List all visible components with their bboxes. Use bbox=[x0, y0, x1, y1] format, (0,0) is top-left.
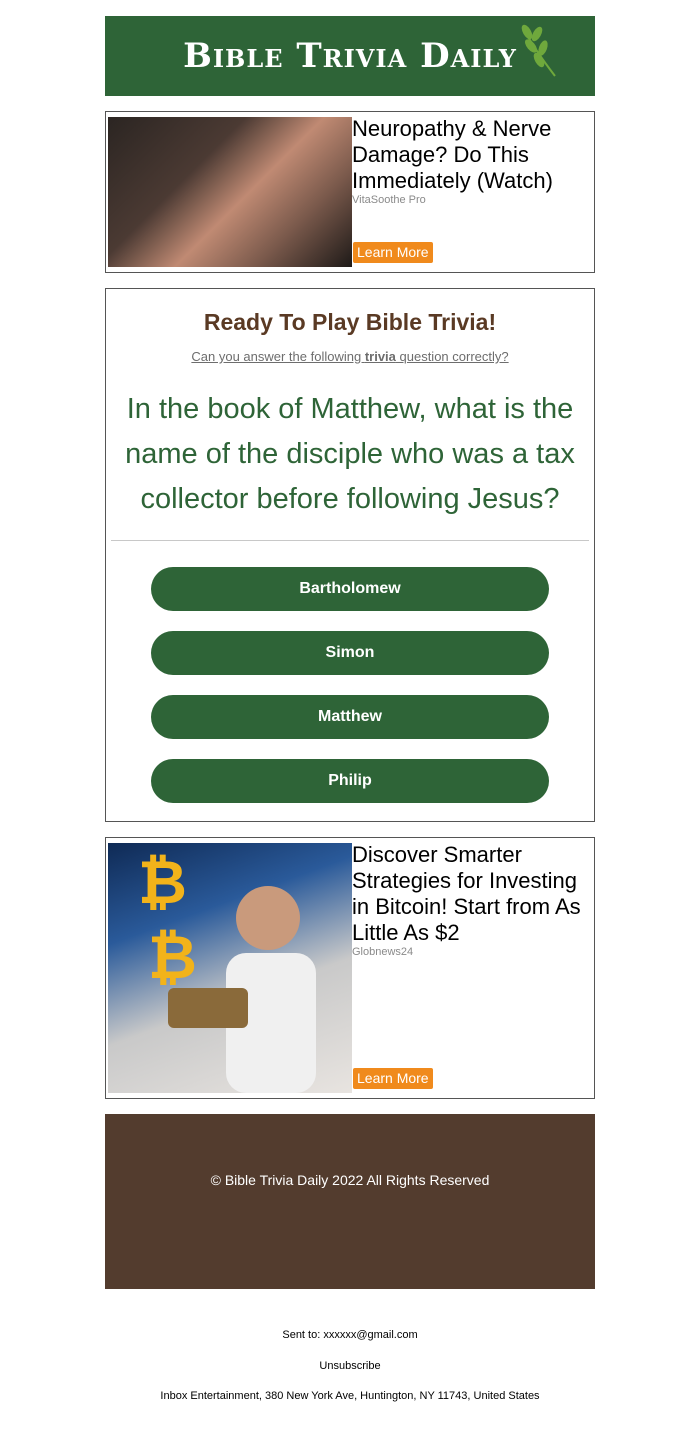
answer-button-matthew[interactable]: Matthew bbox=[151, 695, 549, 739]
answer-list: Bartholomew Simon Matthew Philip bbox=[106, 567, 594, 803]
unsubscribe-link[interactable]: Unsubscribe bbox=[0, 1360, 700, 1372]
footer: © Bible Trivia Daily 2022 All Rights Res… bbox=[105, 1114, 595, 1289]
header-banner: Bible Trivia Daily bbox=[105, 16, 595, 96]
answer-button-simon[interactable]: Simon bbox=[151, 631, 549, 675]
ad-image-hands[interactable] bbox=[108, 117, 352, 267]
divider bbox=[111, 540, 589, 541]
answer-button-philip[interactable]: Philip bbox=[151, 759, 549, 803]
subtitle-bold: trivia bbox=[364, 349, 396, 364]
ad-source: VitaSoothe Pro bbox=[352, 194, 426, 206]
answer-button-bartholomew[interactable]: Bartholomew bbox=[151, 567, 549, 611]
ad-source: Globnews24 bbox=[352, 946, 414, 958]
bitcoin-icon: ₿ ₿ bbox=[138, 848, 316, 1093]
ad-title[interactable]: Discover Smarter Strategies for Investin… bbox=[352, 842, 590, 946]
sponsored-ad-neuropathy[interactable]: Neuropathy & Nerve Damage? Do This Immed… bbox=[105, 111, 595, 273]
olive-branch-icon bbox=[521, 24, 556, 77]
ad-image-bitcoin[interactable]: ₿ ₿ bbox=[108, 843, 352, 1093]
svg-text:₿: ₿ bbox=[138, 848, 187, 918]
svg-text:₿: ₿ bbox=[148, 923, 197, 993]
trivia-card: Ready To Play Bible Trivia! Can you answ… bbox=[105, 288, 595, 822]
learn-more-button[interactable]: Learn More bbox=[353, 1068, 433, 1089]
sponsored-ad-bitcoin[interactable]: ₿ ₿ Discover Smarter Strategies for Inve… bbox=[105, 837, 595, 1099]
logo[interactable]: Bible Trivia Daily bbox=[183, 24, 556, 77]
trivia-heading: Ready To Play Bible Trivia! bbox=[203, 309, 497, 335]
sent-to-text: Sent to: xxxxxx@gmail.com bbox=[282, 1329, 418, 1341]
subtitle-prefix: Can you answer the following bbox=[191, 349, 365, 364]
learn-more-button[interactable]: Learn More bbox=[353, 242, 433, 263]
postal-address: Inbox Entertainment, 380 New York Ave, H… bbox=[160, 1390, 540, 1402]
trivia-question: In the book of Matthew, what is the name… bbox=[125, 393, 575, 515]
ad-title[interactable]: Neuropathy & Nerve Damage? Do This Immed… bbox=[352, 116, 590, 194]
copyright-text: © Bible Trivia Daily 2022 All Rights Res… bbox=[210, 1172, 490, 1188]
subtitle-suffix: question correctly? bbox=[395, 349, 509, 364]
trivia-subtitle[interactable]: Can you answer the following trivia ques… bbox=[106, 349, 594, 364]
logo-text: Bible Trivia Daily bbox=[183, 36, 517, 76]
